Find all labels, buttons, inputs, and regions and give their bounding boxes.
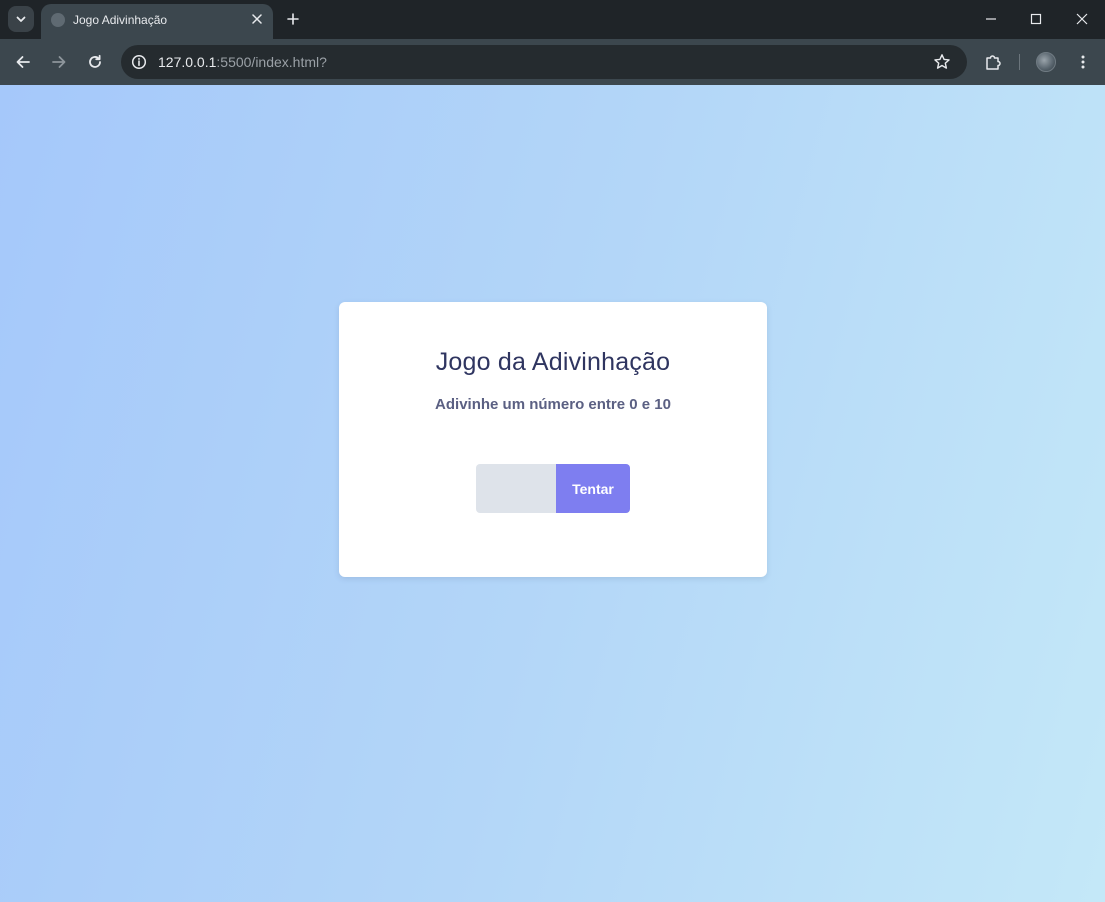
forward-button[interactable]: [47, 50, 71, 74]
tab-active[interactable]: Jogo Adivinhação: [41, 4, 273, 39]
tab-close-button[interactable]: [248, 10, 266, 28]
plus-icon: [287, 13, 299, 25]
minimize-button[interactable]: [978, 6, 1004, 32]
arrow-left-icon: [15, 54, 31, 70]
extensions-button[interactable]: [981, 50, 1005, 74]
minimize-icon: [985, 13, 997, 25]
address-url: 127.0.0.1:5500/index.html?: [158, 54, 327, 70]
arrow-right-icon: [51, 54, 67, 70]
star-icon: [933, 53, 951, 71]
info-icon: [131, 54, 147, 70]
new-tab-button[interactable]: [282, 8, 304, 30]
site-info-button[interactable]: [130, 53, 148, 71]
page-title: Jogo da Adivinhação: [435, 348, 671, 376]
toolbar-divider: [1019, 54, 1020, 70]
maximize-icon: [1030, 13, 1042, 25]
page-viewport: Jogo da Adivinhação Adivinhe um número e…: [0, 85, 1105, 902]
page-subtitle: Adivinhe um número entre 0 e 10: [435, 396, 671, 413]
game-card: Jogo da Adivinhação Adivinhe um número e…: [339, 302, 767, 577]
chevron-down-icon: [15, 13, 27, 25]
maximize-button[interactable]: [1023, 6, 1049, 32]
reload-button[interactable]: [83, 50, 107, 74]
more-vertical-icon: [1075, 54, 1091, 70]
browser-menu-button[interactable]: [1071, 50, 1095, 74]
url-path: :5500/index.html?: [216, 54, 327, 70]
back-button[interactable]: [11, 50, 35, 74]
guess-input[interactable]: [476, 464, 556, 513]
globe-icon: [51, 13, 65, 27]
tab-title: Jogo Adivinhação: [73, 13, 168, 27]
url-host: 127.0.0.1: [158, 54, 217, 70]
reload-icon: [87, 54, 103, 70]
tab-search-button[interactable]: [8, 6, 34, 32]
submit-guess-button[interactable]: Tentar: [556, 464, 630, 513]
close-window-button[interactable]: [1069, 6, 1095, 32]
avatar[interactable]: [1036, 52, 1056, 72]
close-icon: [1076, 13, 1088, 25]
close-icon: [252, 14, 262, 24]
puzzle-icon: [984, 53, 1002, 71]
browser-window: Jogo Adivinhação 127.0.0.1:5500/index.ht…: [0, 0, 1105, 902]
browser-toolbar: 127.0.0.1:5500/index.html?: [0, 39, 1105, 85]
address-bar[interactable]: 127.0.0.1:5500/index.html?: [121, 45, 967, 79]
bookmark-button[interactable]: [932, 52, 952, 72]
tab-strip: Jogo Adivinhação: [0, 0, 1105, 39]
